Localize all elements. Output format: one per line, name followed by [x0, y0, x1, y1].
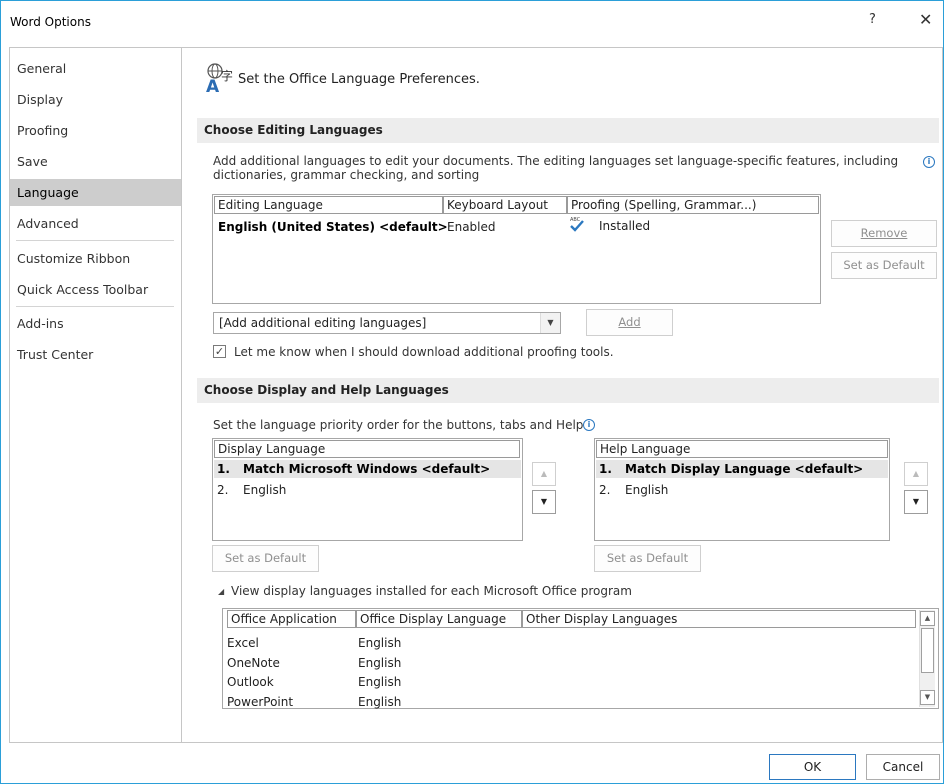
table-cell-language: English	[358, 636, 402, 650]
view-installed-languages-toggle[interactable]: View display languages installed for eac…	[231, 584, 632, 598]
window-title: Word Options	[10, 15, 91, 29]
editing-languages-list[interactable]: Editing Language Keyboard Layout Proofin…	[212, 194, 821, 304]
set-as-default-editing-button[interactable]: Set as Default	[831, 252, 937, 279]
column-header-keyboard-layout[interactable]: Keyboard Layout	[443, 196, 567, 214]
display-language-item-1[interactable]: Match Microsoft Windows <default>	[243, 462, 490, 476]
help-language-list[interactable]: Help Language 1. Match Display Language …	[594, 438, 890, 541]
cancel-button[interactable]: Cancel	[866, 754, 940, 780]
word-options-dialog: Word Options ? ✕ General Display Proofin…	[0, 0, 944, 784]
sidebar-item-quick-access-toolbar[interactable]: Quick Access Toolbar	[10, 276, 181, 303]
sidebar-item-general[interactable]: General	[10, 55, 181, 82]
language-panel: A 字 Set the Office Language Preferences.…	[182, 47, 943, 743]
proofing-status-cell: Installed	[599, 219, 651, 233]
svg-text:字: 字	[221, 68, 233, 83]
column-header-editing-language[interactable]: Editing Language	[214, 196, 443, 214]
column-header-office-application[interactable]: Office Application	[227, 610, 356, 628]
table-cell-app: Outlook	[227, 675, 274, 689]
display-language-item-2[interactable]: English	[243, 483, 286, 497]
options-sidebar: General Display Proofing Save Language A…	[9, 47, 182, 743]
display-description: Set the language priority order for the …	[213, 418, 584, 432]
table-cell-app: OneNote	[227, 656, 280, 670]
table-scrollbar[interactable]: ▲ ▼	[919, 610, 935, 707]
table-cell-app: Excel	[227, 636, 259, 650]
list-item-number: 2.	[217, 483, 229, 497]
proofing-checkmark-icon: ABC	[570, 217, 584, 232]
scroll-up-icon[interactable]: ▲	[920, 611, 935, 626]
sidebar-item-language[interactable]: Language	[10, 179, 181, 206]
set-as-default-help-button[interactable]: Set as Default	[594, 545, 701, 572]
column-header-other-display-languages[interactable]: Other Display Languages	[522, 610, 916, 628]
help-language-item-1[interactable]: Match Display Language <default>	[625, 462, 863, 476]
column-header-help-language: Help Language	[596, 440, 888, 458]
set-as-default-display-button[interactable]: Set as Default	[212, 545, 319, 572]
move-down-help-button[interactable]: ▼	[904, 490, 928, 514]
editing-description: Add additional languages to edit your do…	[213, 154, 898, 182]
move-up-help-button[interactable]: ▲	[904, 462, 928, 486]
sidebar-item-customize-ribbon[interactable]: Customize Ribbon	[10, 245, 181, 272]
table-cell-app: PowerPoint	[227, 695, 294, 709]
keyboard-layout-cell: Enabled	[447, 220, 496, 234]
editing-language-cell[interactable]: English (United States) <default>	[218, 220, 448, 234]
editing-languages-section-title: Choose Editing Languages	[197, 118, 939, 143]
add-language-combo-value: [Add additional editing languages]	[219, 316, 427, 330]
table-cell-language: English	[358, 695, 402, 709]
download-proofing-checkbox[interactable]: ✓	[213, 345, 226, 358]
info-icon[interactable]: i	[583, 419, 595, 431]
download-proofing-label[interactable]: Let me know when I should download addit…	[234, 345, 614, 359]
svg-text:ABC: ABC	[570, 217, 581, 223]
info-icon[interactable]: i	[923, 156, 935, 168]
table-cell-language: English	[358, 675, 402, 689]
sidebar-divider	[16, 306, 174, 307]
move-down-display-button[interactable]: ▼	[532, 490, 556, 514]
list-item-number: 1.	[599, 462, 612, 476]
expand-collapse-icon[interactable]: ◢	[218, 585, 224, 599]
display-language-list[interactable]: Display Language 1. Match Microsoft Wind…	[212, 438, 523, 541]
remove-button[interactable]: Remove	[831, 220, 937, 247]
ok-button[interactable]: OK	[769, 754, 856, 780]
add-language-button[interactable]: Add	[586, 309, 673, 336]
sidebar-item-trust-center[interactable]: Trust Center	[10, 341, 181, 368]
sidebar-item-add-ins[interactable]: Add-ins	[10, 310, 181, 337]
close-button[interactable]: ✕	[919, 10, 932, 29]
sidebar-item-display[interactable]: Display	[10, 86, 181, 113]
title-bar: Word Options ? ✕	[1, 1, 943, 39]
scroll-thumb[interactable]	[921, 628, 934, 673]
language-preferences-icon: A 字	[206, 63, 233, 94]
installed-languages-table[interactable]: Office Application Office Display Langua…	[222, 608, 939, 709]
sidebar-item-proofing[interactable]: Proofing	[10, 117, 181, 144]
move-up-display-button[interactable]: ▲	[532, 462, 556, 486]
sidebar-item-advanced[interactable]: Advanced	[10, 210, 181, 237]
chevron-down-icon[interactable]: ▼	[540, 313, 560, 333]
editing-description-line1: Add additional languages to edit your do…	[213, 154, 899, 168]
list-item-number: 2.	[599, 483, 611, 497]
sidebar-item-save[interactable]: Save	[10, 148, 181, 175]
add-editing-language-dropdown[interactable]: [Add additional editing languages] ▼	[213, 312, 561, 334]
list-item-number: 1.	[217, 462, 230, 476]
column-header-display-language: Display Language	[214, 440, 520, 458]
scroll-down-icon[interactable]: ▼	[920, 690, 935, 705]
help-button[interactable]: ?	[869, 12, 876, 27]
column-header-proofing[interactable]: Proofing (Spelling, Grammar...)	[567, 196, 819, 214]
help-language-item-2[interactable]: English	[625, 483, 668, 497]
column-header-office-display-language[interactable]: Office Display Language	[356, 610, 522, 628]
editing-description-line2: dictionaries, grammar checking, and sort…	[213, 168, 480, 182]
svg-text:A: A	[206, 77, 220, 94]
page-title: Set the Office Language Preferences.	[238, 72, 480, 87]
sidebar-divider	[16, 240, 174, 241]
display-languages-section-title: Choose Display and Help Languages	[197, 378, 939, 403]
table-cell-language: English	[358, 656, 402, 670]
